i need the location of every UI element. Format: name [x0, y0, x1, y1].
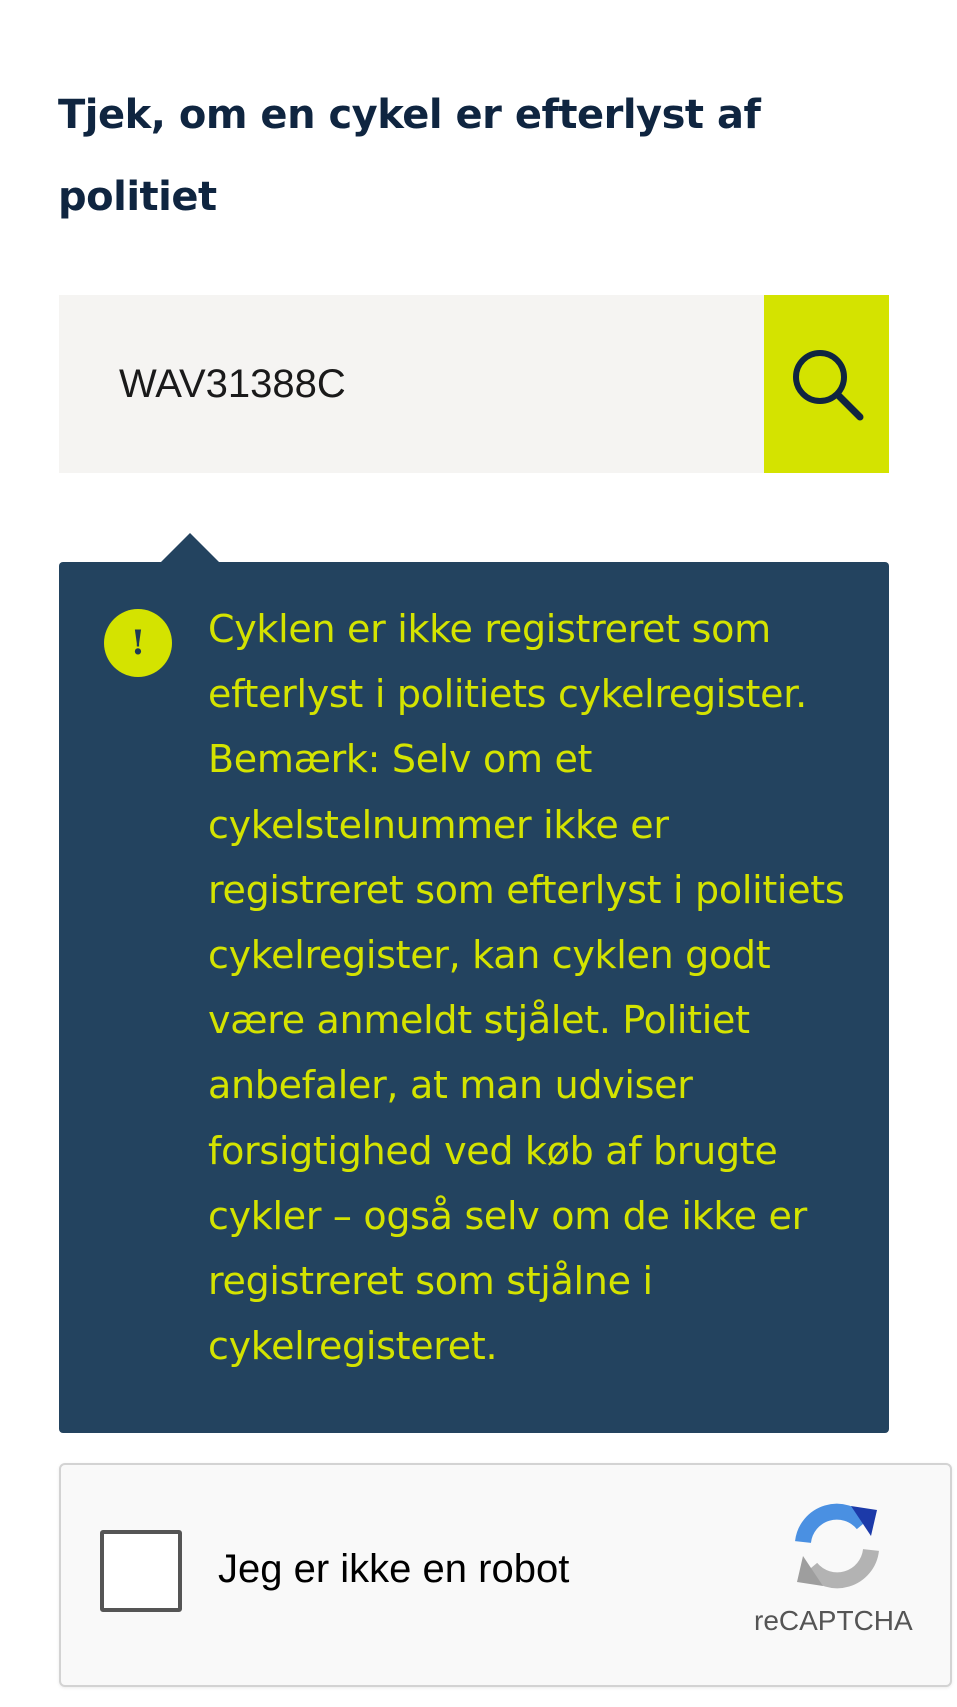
- search-button[interactable]: [764, 295, 889, 473]
- result-message: Cyklen er ikke registreret som efterlyst…: [208, 607, 845, 1369]
- recaptcha-brand: reCAPTCHA: [754, 1605, 913, 1636]
- recaptcha-widget: Jeg er ikke en robot reCAPTCHA: [59, 1463, 952, 1687]
- search-icon: [792, 350, 863, 421]
- search-bar: [59, 295, 889, 473]
- result-pointer: [160, 533, 220, 563]
- result-panel: ! Cyklen er ikke registreret som efterly…: [59, 562, 889, 1433]
- search-input[interactable]: [59, 295, 764, 473]
- recaptcha-logo-icon: [795, 1503, 879, 1589]
- recaptcha-checkbox[interactable]: [100, 1530, 182, 1612]
- page-title: Tjek, om en cykel er efterlyst af politi…: [58, 92, 761, 220]
- warning-icon: !: [104, 609, 172, 677]
- recaptcha-label: Jeg er ikke en robot: [218, 1547, 570, 1591]
